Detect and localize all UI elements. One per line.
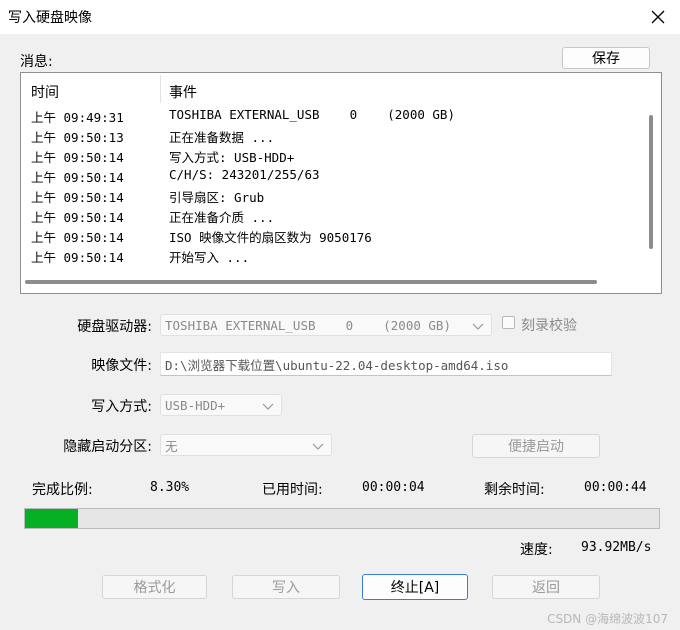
column-divider[interactable] <box>160 75 161 103</box>
log-event: 正在准备介质 ... <box>169 210 275 225</box>
log-event: TOSHIBA EXTERNAL_USB 0 (2000 GB) <box>169 107 455 122</box>
stop-button[interactable]: 终止[A] <box>362 574 468 600</box>
log-event: 写入方式: USB-HDD+ <box>169 150 295 165</box>
close-icon <box>651 10 665 24</box>
log-time: 上午 09:50:14 <box>31 150 124 165</box>
list-item[interactable]: 上午 09:50:14 C/H/S: 243201/255/63 <box>21 167 641 187</box>
title-bar <box>0 0 680 34</box>
close-button[interactable] <box>642 3 674 31</box>
remaining-value: 00:00:44 <box>584 480 647 495</box>
log-time: 上午 09:50:14 <box>31 190 124 205</box>
hidden-partition-label: 隐藏启动分区: <box>63 439 152 455</box>
drive-label: 硬盘驱动器: <box>77 319 152 335</box>
log-event: 正在准备数据 ... <box>169 130 275 145</box>
log-event: C/H/S: 243201/255/63 <box>169 167 320 182</box>
log-time: 上午 09:50:13 <box>31 130 124 145</box>
vertical-scrollbar[interactable] <box>649 115 653 249</box>
format-button[interactable]: 格式化 <box>102 575 207 599</box>
write-method-value: USB-HDD+ <box>165 397 226 413</box>
save-button[interactable]: 保存 <box>562 47 650 69</box>
image-file-field[interactable]: D:\浏览器下载位置\ubuntu-22.04-desktop-amd64.is… <box>160 352 612 376</box>
speed-value: 93.92MB/s <box>581 540 652 555</box>
window-title: 写入硬盘映像 <box>8 10 92 26</box>
write-method-label: 写入方式: <box>91 399 152 415</box>
column-header-time[interactable]: 时间 <box>31 82 59 102</box>
hidden-partition-select[interactable]: 无 <box>160 434 332 456</box>
write-method-select[interactable]: USB-HDD+ <box>160 394 282 416</box>
chevron-down-icon <box>262 403 274 410</box>
log-time: 上午 09:50:14 <box>31 170 124 185</box>
chevron-down-icon <box>472 323 484 330</box>
image-file-label: 映像文件: <box>91 358 152 374</box>
speed-label: 速度: <box>520 542 553 558</box>
message-list-header: 时间 事件 <box>21 73 661 105</box>
hidden-partition-value: 无 <box>165 438 178 454</box>
progress-fill <box>25 509 78 528</box>
watermark: CSDN @海绵波波107 <box>547 612 668 626</box>
remaining-label: 剩余时间: <box>484 482 545 498</box>
list-item[interactable]: 上午 09:50:14 开始写入 ... <box>21 247 641 267</box>
list-item[interactable]: 上午 09:50:14 引导扇区: Grub <box>21 187 641 207</box>
log-time: 上午 09:50:14 <box>31 250 124 265</box>
log-time: 上午 09:50:14 <box>31 230 124 245</box>
list-item[interactable]: 上午 09:50:14 正在准备介质 ... <box>21 207 641 227</box>
elapsed-label: 已用时间: <box>262 482 323 498</box>
list-item[interactable]: 上午 09:50:14 ISO 映像文件的扇区数为 9050176 <box>21 227 641 247</box>
messages-label: 消息: <box>20 54 53 70</box>
progress-bar <box>24 508 660 529</box>
log-event: 引导扇区: Grub <box>169 190 265 205</box>
log-event: ISO 映像文件的扇区数为 9050176 <box>169 230 372 245</box>
list-item[interactable]: 上午 09:50:14 写入方式: USB-HDD+ <box>21 147 641 167</box>
progress-value: 8.30% <box>150 480 190 495</box>
log-time: 上午 09:50:14 <box>31 210 124 225</box>
elapsed-value: 00:00:04 <box>362 480 425 495</box>
log-time: 上午 09:49:31 <box>31 110 124 125</box>
verify-label: 刻录校验 <box>521 318 577 334</box>
drive-select[interactable]: TOSHIBA EXTERNAL_USB 0 (2000 GB) <box>160 314 492 336</box>
verify-checkbox[interactable] <box>502 316 515 329</box>
message-list[interactable]: 时间 事件 上午 09:49:31 TOSHIBA EXTERNAL_USB 0… <box>20 72 662 294</box>
horizontal-scrollbar[interactable] <box>25 280 597 284</box>
portable-boot-button[interactable]: 便捷启动 <box>472 434 600 458</box>
write-button[interactable]: 写入 <box>232 575 340 599</box>
drive-value: TOSHIBA EXTERNAL_USB 0 (2000 GB) <box>165 317 451 333</box>
list-item[interactable]: 上午 09:49:31 TOSHIBA EXTERNAL_USB 0 (2000… <box>21 107 641 127</box>
column-header-event[interactable]: 事件 <box>169 82 197 102</box>
back-button[interactable]: 返回 <box>492 575 600 599</box>
log-event: 开始写入 ... <box>169 250 250 265</box>
list-item[interactable]: 上午 09:50:13 正在准备数据 ... <box>21 127 641 147</box>
chevron-down-icon <box>312 443 324 450</box>
progress-label: 完成比例: <box>32 482 93 498</box>
